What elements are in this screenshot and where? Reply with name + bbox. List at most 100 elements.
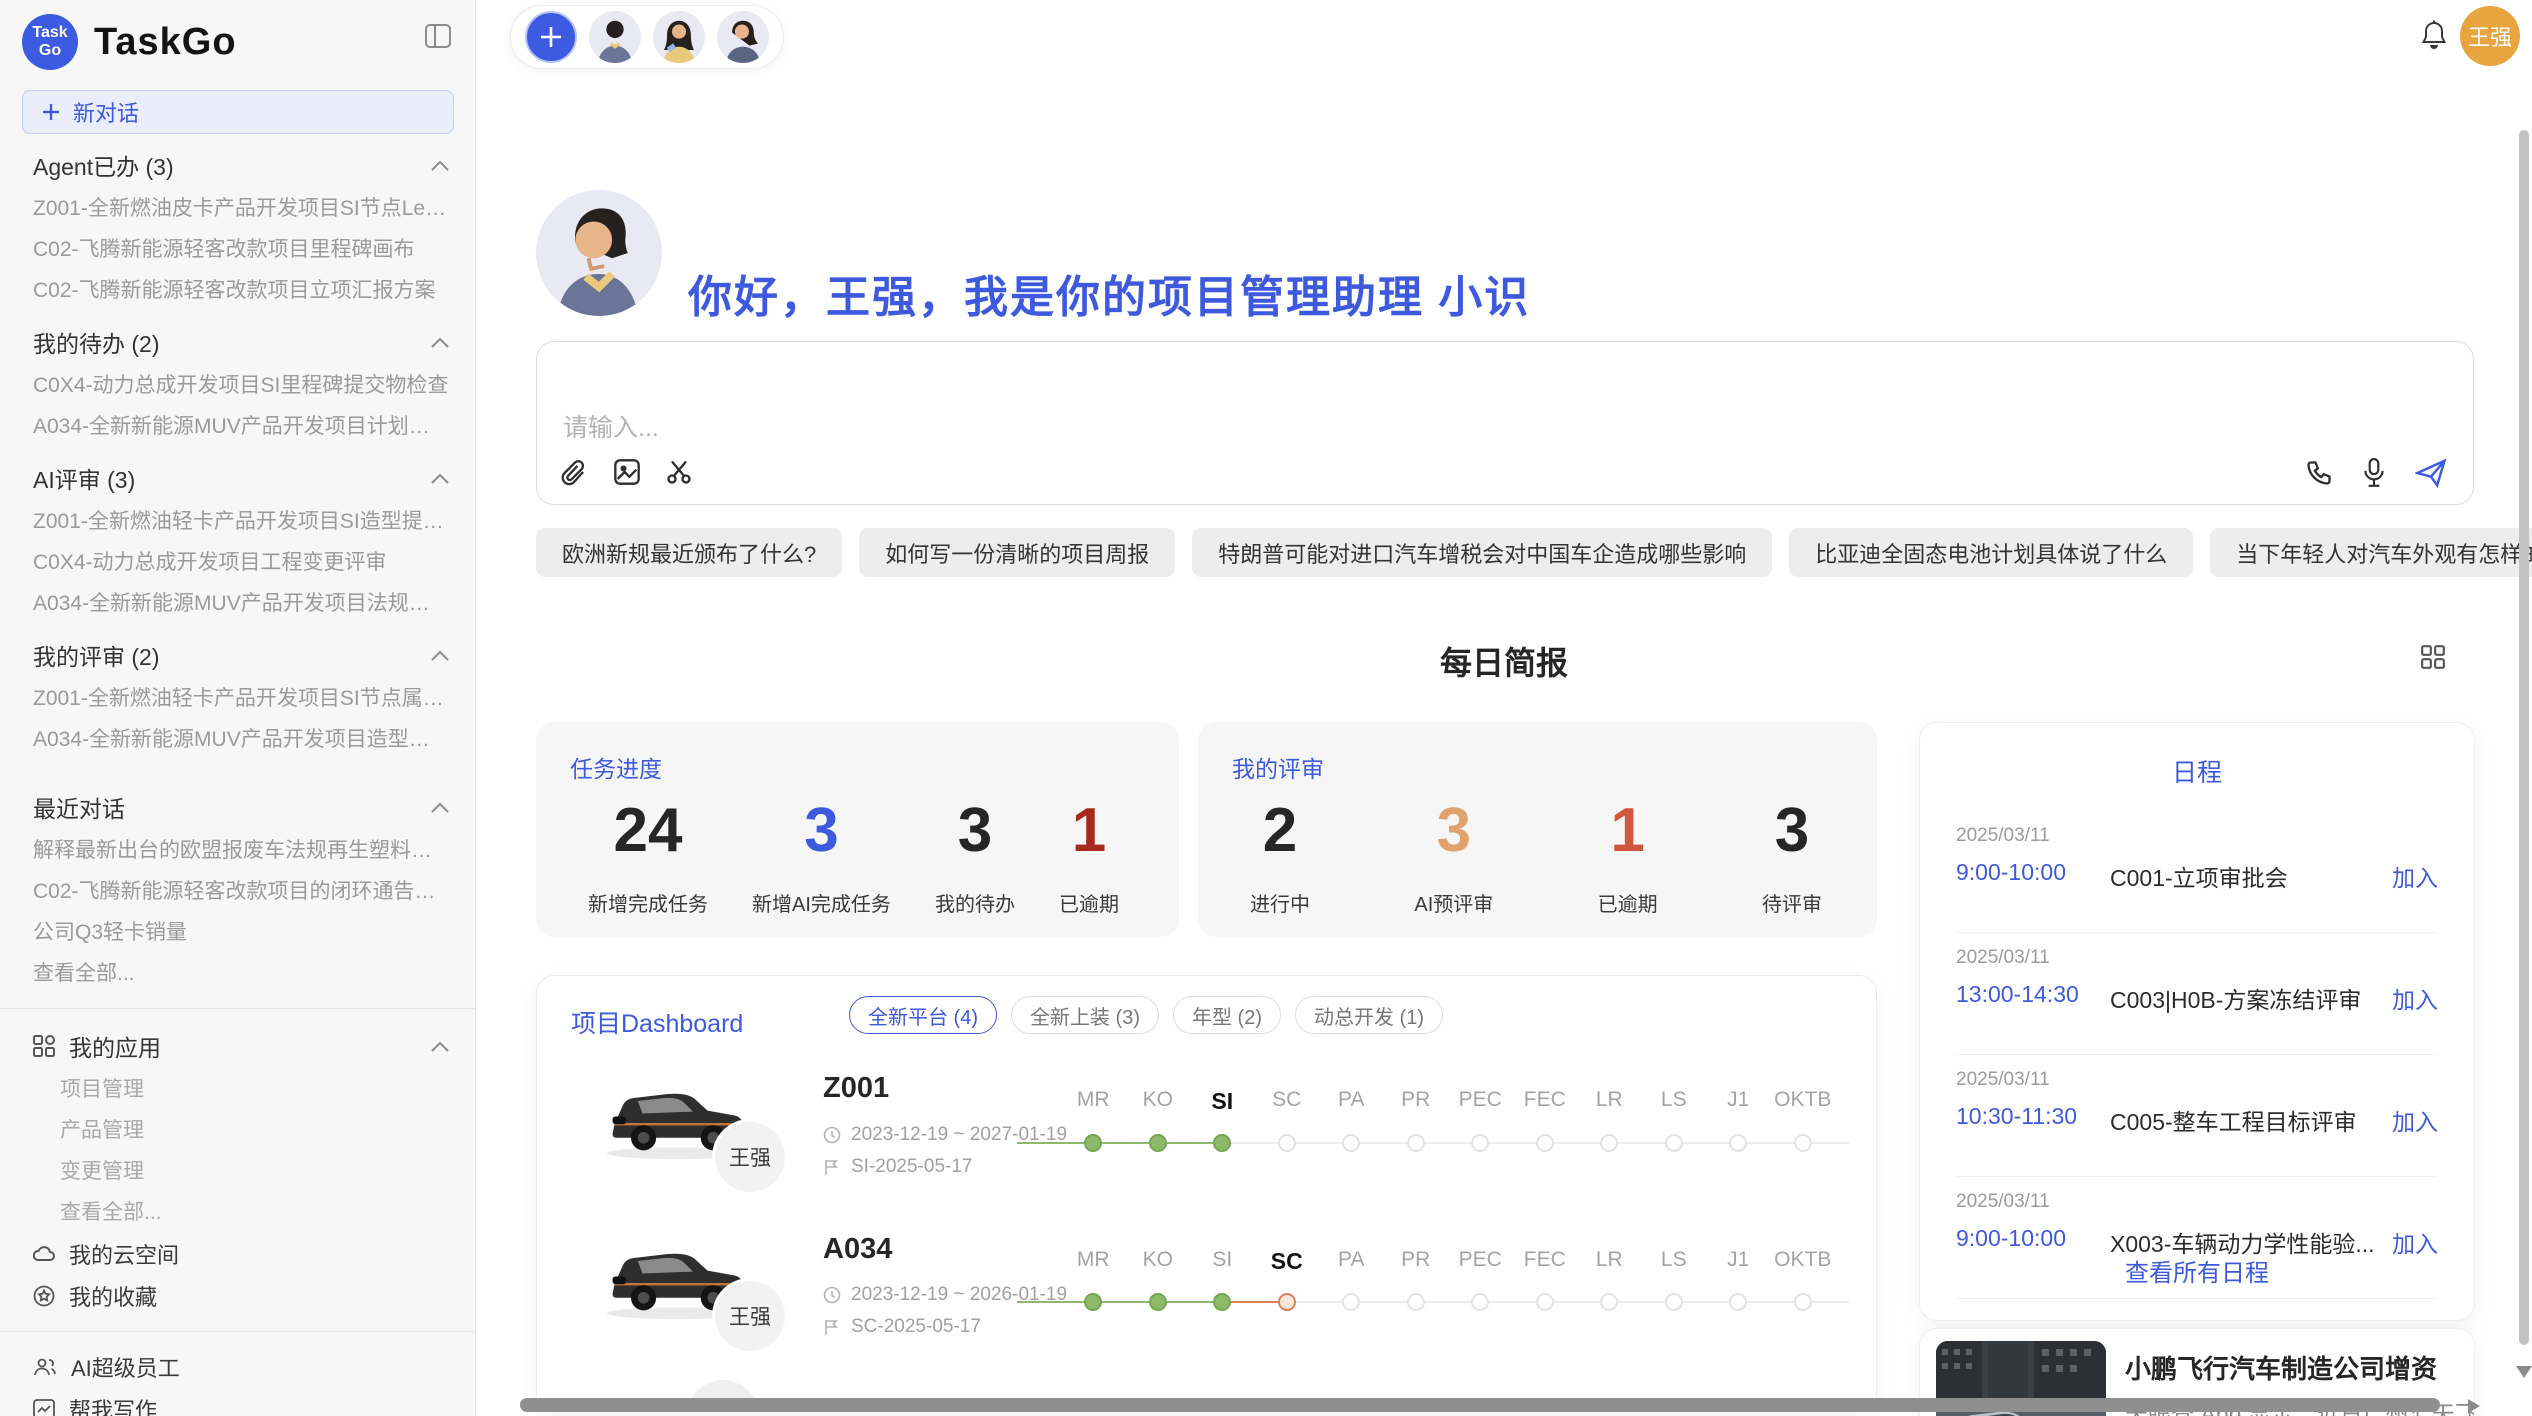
stat-value: 1 — [1598, 800, 1658, 862]
list-item[interactable]: 解释最新出台的欧盟报废车法规再生塑料比例被调至15%... — [0, 830, 475, 871]
tab-new-body[interactable]: 全新上装 (3) — [1011, 996, 1159, 1034]
write-icon — [33, 1399, 55, 1416]
section-my-todo[interactable]: 我的待办 (2) — [0, 319, 475, 365]
milestone-label: KO — [1126, 1248, 1191, 1275]
new-chat-button[interactable]: 新对话 — [22, 90, 454, 134]
stat-label: 已逾期 — [1598, 888, 1658, 917]
suggestion-chip[interactable]: 欧洲新规最近颁布了什么? — [536, 528, 842, 577]
agent-avatar[interactable] — [717, 11, 769, 63]
stat-value: 3 — [935, 800, 1015, 862]
card-title: 任务进度 — [570, 750, 662, 784]
layout-grid-icon[interactable] — [2420, 644, 2446, 670]
milestone-label: PEC — [1448, 1248, 1513, 1275]
view-all-schedule-link[interactable]: 查看所有日程 — [1920, 1253, 2474, 1288]
suggestion-chip[interactable]: 当下年轻人对汽车外观有怎样的喜好趋势 — [2210, 528, 2532, 577]
milestone-label: SI — [1190, 1248, 1255, 1275]
schedule-item: 2025/03/11 10:30-11:30 C005-整车工程目标评审 加入 — [1920, 1055, 2474, 1177]
greeting-text: 你好，王强，我是你的项目管理助理 小识 — [688, 261, 1530, 325]
list-item[interactable]: Z001-全新燃油轻卡产品开发项目SI节点属性5D文件评审 — [0, 678, 475, 719]
list-item[interactable]: A034-全新新能源MUV产品开发项目造型可行性评审 — [0, 719, 475, 760]
phone-icon[interactable] — [2305, 459, 2333, 487]
agent-avatar[interactable] — [653, 11, 705, 63]
join-link[interactable]: 加入 — [2392, 981, 2438, 1015]
user-avatar[interactable]: 王强 — [2460, 6, 2520, 66]
chat-input-placeholder: 请输入... — [563, 408, 659, 444]
stat-label: 我的待办 — [935, 888, 1015, 917]
horizontal-scrollbar-thumb[interactable] — [520, 1398, 2440, 1412]
attachment-icon[interactable] — [561, 458, 589, 488]
scissors-icon[interactable] — [665, 458, 693, 488]
milestone-dot-done — [1149, 1293, 1167, 1311]
milestone-labels: MR KO SI SC PA PR PEC FEC LR LS J1 OKTB — [1061, 1248, 1835, 1275]
view-all-chats[interactable]: 查看全部... — [0, 953, 475, 994]
sidebar-item-ai-super-staff[interactable]: AI超级员工 — [0, 1346, 475, 1388]
chat-input-box[interactable]: 请输入... — [536, 341, 2474, 505]
milestone-track — [1061, 1133, 1835, 1153]
scroll-right-arrow[interactable] — [2468, 1399, 2480, 1413]
daily-briefing-title: 每日简报 — [476, 638, 2532, 684]
microphone-icon[interactable] — [2361, 458, 2387, 488]
sidebar-item-my-apps[interactable]: 我的应用 — [0, 1023, 475, 1069]
chevron-up-icon — [431, 337, 449, 348]
scroll-down-arrow[interactable] — [2516, 1366, 2532, 1378]
list-item[interactable]: A034-全新新能源MUV产品开发项目计划变更表编写 — [0, 406, 475, 447]
suggestion-chip[interactable]: 特朗普可能对进口汽车增税会对中国车企造成哪些影响 — [1192, 528, 1772, 577]
milestone-dot — [1407, 1134, 1425, 1152]
tab-powertrain[interactable]: 动总开发 (1) — [1295, 996, 1443, 1034]
milestone-dot — [1729, 1134, 1747, 1152]
sidebar-item-help-me-write[interactable]: 帮我写作 — [0, 1388, 475, 1416]
app-item-project-mgmt[interactable]: 项目管理 — [0, 1069, 475, 1110]
suggestion-chip[interactable]: 如何写一份清晰的项目周报 — [859, 528, 1175, 577]
stat-label: 新增完成任务 — [588, 888, 708, 917]
milestone-label: OKTB — [1771, 1088, 1836, 1115]
milestone-dot — [1794, 1134, 1812, 1152]
image-icon[interactable] — [613, 458, 641, 488]
project-code[interactable]: A034 — [823, 1233, 892, 1266]
notifications-bell-icon[interactable] — [2420, 20, 2448, 50]
milestone-dot-done — [1084, 1134, 1102, 1152]
main-content: 王强 你好，王强，我是你的项目管理助理 小识 请输入... — [476, 0, 2532, 1416]
list-item[interactable]: A034-全新新能源MUV产品开发项目法规符合性评审 — [0, 583, 475, 624]
milestone-label: J1 — [1706, 1248, 1771, 1275]
stat-label: 新增AI完成任务 — [752, 888, 891, 917]
favorites-label: 我的收藏 — [69, 1280, 157, 1312]
sidebar-item-favorites[interactable]: 我的收藏 — [0, 1275, 475, 1317]
section-agent-done[interactable]: Agent已办 (3) — [0, 142, 475, 188]
flag-icon — [823, 1158, 841, 1176]
stat-in-progress: 2 进行中 — [1250, 800, 1310, 917]
vertical-scrollbar-thumb[interactable] — [2519, 130, 2529, 1345]
tab-model-year[interactable]: 年型 (2) — [1173, 996, 1281, 1034]
suggestion-chip[interactable]: 比亚迪全固态电池计划具体说了什么 — [1789, 528, 2193, 577]
milestone-label: PR — [1384, 1248, 1449, 1275]
app-item-change-mgmt[interactable]: 变更管理 — [0, 1151, 475, 1192]
list-item[interactable]: 公司Q3轻卡销量 — [0, 912, 475, 953]
app-item-product-mgmt[interactable]: 产品管理 — [0, 1110, 475, 1151]
section-title: AI评审 (3) — [33, 461, 135, 495]
sidebar-item-cloud-space[interactable]: 我的云空间 — [0, 1233, 475, 1275]
sidebar-collapse-icon[interactable] — [425, 24, 451, 48]
stat-new-completed-tasks: 24 新增完成任务 — [588, 800, 708, 917]
schedule-time: 9:00-10:00 — [1956, 1225, 2066, 1252]
view-all-apps[interactable]: 查看全部... — [0, 1192, 475, 1233]
section-my-review[interactable]: 我的评审 (2) — [0, 632, 475, 678]
list-item[interactable]: Z001-全新燃油轻卡产品开发项目SI造型提交物评审 — [0, 501, 475, 542]
join-link[interactable]: 加入 — [2392, 1103, 2438, 1137]
list-item[interactable]: C0X4-动力总成开发项目工程变更评审 — [0, 542, 475, 583]
section-ai-review[interactable]: AI评审 (3) — [0, 455, 475, 501]
agent-avatar[interactable] — [589, 11, 641, 63]
section-recent-chats[interactable]: 最近对话 — [0, 784, 475, 830]
favorites-icon — [33, 1285, 55, 1307]
sidebar: Task Go TaskGo 新对话 Agent已办 (3) Z001-全新燃油… — [0, 0, 476, 1416]
send-icon[interactable] — [2415, 458, 2447, 488]
join-link[interactable]: 加入 — [2392, 859, 2438, 893]
add-agent-button[interactable] — [525, 11, 577, 63]
list-item[interactable]: Z001-全新燃油皮卡产品开发项目SI节点Lesson Learn报告 — [0, 188, 475, 229]
project-code[interactable]: Z001 — [823, 1072, 889, 1105]
milestone-dot-done — [1213, 1293, 1231, 1311]
list-item[interactable]: C02-飞腾新能源轻客改款项目里程碑画布 — [0, 229, 475, 270]
list-item[interactable]: C0X4-动力总成开发项目SI里程碑提交物检查 — [0, 365, 475, 406]
list-item[interactable]: C02-飞腾新能源轻客改款项目的闭环通告反馈情况 — [0, 871, 475, 912]
project-dashboard-card: 项目Dashboard 全新平台 (4) 全新上装 (3) 年型 (2) 动总开… — [536, 975, 1877, 1411]
list-item[interactable]: C02-飞腾新能源轻客改款项目立项汇报方案 — [0, 270, 475, 311]
tab-new-platform[interactable]: 全新平台 (4) — [849, 996, 997, 1034]
